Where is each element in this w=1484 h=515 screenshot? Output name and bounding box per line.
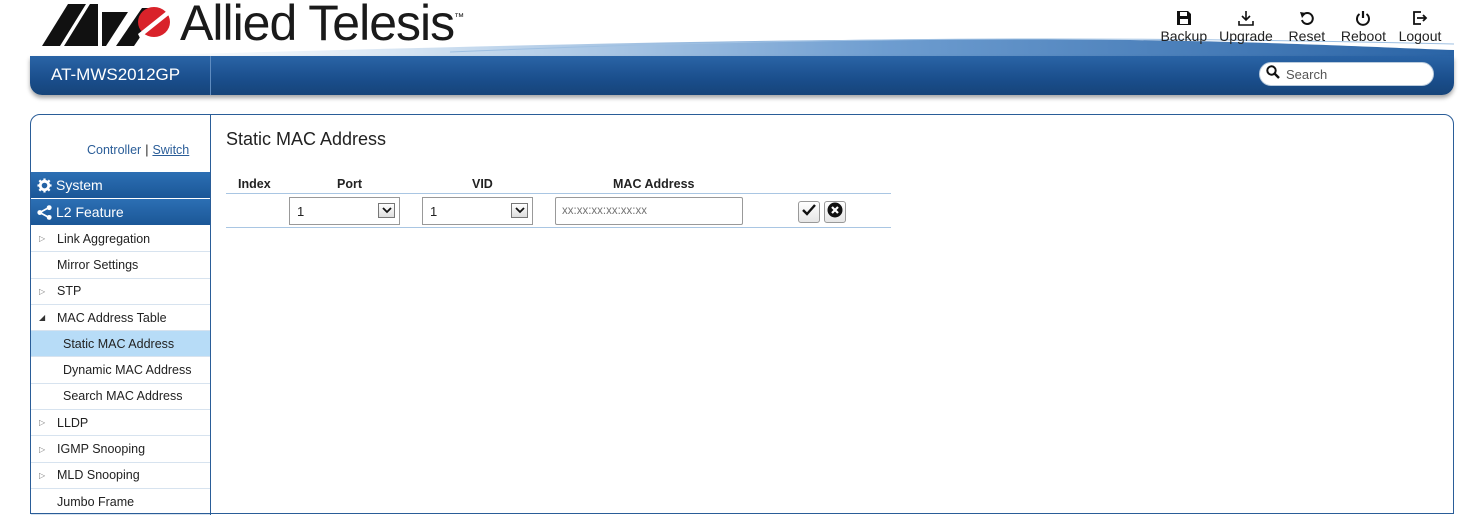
port-value: 1 bbox=[297, 203, 305, 219]
brand-trademark: ™ bbox=[454, 12, 464, 23]
apply-button[interactable] bbox=[798, 201, 820, 223]
sidebar-item-jumbo-frame[interactable]: Jumbo Frame bbox=[31, 489, 210, 515]
reset-icon bbox=[1299, 8, 1315, 28]
header: Allied Telesis™ Backup Upgrade Reset Reb… bbox=[0, 0, 1484, 100]
sidebar-item-lldp[interactable]: ▷ LLDP bbox=[31, 410, 210, 437]
close-icon bbox=[827, 202, 843, 223]
sidebar-item-label: LLDP bbox=[57, 415, 89, 430]
expand-arrow-icon: ▷ bbox=[39, 234, 46, 244]
sidebar-item-mac-address-table[interactable]: ◢ MAC Address Table bbox=[31, 305, 210, 332]
switch-link[interactable]: Switch bbox=[152, 143, 189, 157]
port-select[interactable]: 1 bbox=[289, 197, 400, 225]
col-header-index: Index bbox=[238, 177, 271, 191]
vid-value: 1 bbox=[430, 203, 438, 219]
mac-address-input[interactable] bbox=[555, 197, 743, 225]
sidebar-item-label: Mirror Settings bbox=[57, 257, 139, 272]
col-header-mac: MAC Address bbox=[613, 177, 695, 191]
mode-separator: | bbox=[145, 143, 149, 157]
sidebar-item-mirror-settings[interactable]: Mirror Settings bbox=[31, 252, 210, 279]
sidebar-item-igmp-snooping[interactable]: ▷ IGMP Snooping bbox=[31, 436, 210, 463]
sidebar-item-dynamic-mac-address[interactable]: Dynamic MAC Address bbox=[31, 357, 210, 384]
reboot-button[interactable]: Reboot bbox=[1341, 8, 1386, 44]
download-icon bbox=[1237, 8, 1255, 28]
table-row: 1 1 bbox=[226, 194, 891, 228]
sidebar-item-label: IGMP Snooping bbox=[57, 442, 146, 457]
col-header-vid: VID bbox=[472, 177, 493, 191]
reset-label: Reset bbox=[1288, 28, 1326, 44]
search-input[interactable] bbox=[1286, 66, 1426, 82]
static-mac-table: Index Port VID MAC Address 1 1 bbox=[226, 177, 891, 228]
sidebar-item-label: Dynamic MAC Address bbox=[63, 363, 192, 378]
expand-arrow-icon: ▷ bbox=[39, 470, 46, 480]
table-header: Index Port VID MAC Address bbox=[226, 177, 891, 194]
sidebar-item-mld-snooping[interactable]: ▷ MLD Snooping bbox=[31, 463, 210, 489]
search-icon bbox=[1266, 64, 1280, 84]
expand-arrow-icon: ▷ bbox=[39, 444, 46, 454]
upgrade-button[interactable]: Upgrade bbox=[1219, 8, 1273, 44]
sidebar-item-search-mac-address[interactable]: Search MAC Address bbox=[31, 384, 210, 411]
backup-label: Backup bbox=[1160, 28, 1208, 44]
sidebar-item-label: STP bbox=[57, 284, 82, 299]
cancel-button[interactable] bbox=[824, 201, 846, 223]
sidebar: Controller | Switch System L2 Feature ▷ Li… bbox=[31, 115, 211, 515]
sidebar-section-system[interactable]: System bbox=[31, 172, 210, 199]
sidebar-item-label: Link Aggregation bbox=[57, 231, 151, 246]
allied-telesis-logo bbox=[42, 4, 170, 46]
content-frame: Controller | Switch System L2 Feature ▷ Li… bbox=[30, 114, 1454, 515]
upgrade-label: Upgrade bbox=[1219, 28, 1273, 44]
sidebar-item-stp[interactable]: ▷ STP bbox=[31, 279, 210, 305]
sidebar-item-label: MAC Address Table bbox=[57, 310, 167, 325]
navbar: AT-MWS2012GP bbox=[30, 56, 1454, 95]
mode-switch: Controller | Switch bbox=[31, 115, 210, 172]
power-icon bbox=[1355, 8, 1371, 28]
sidebar-item-label: Jumbo Frame bbox=[57, 494, 135, 509]
logout-button[interactable]: Logout bbox=[1398, 8, 1442, 44]
expand-arrow-icon: ▷ bbox=[39, 418, 46, 428]
brand-wordmark: Allied Telesis™ bbox=[180, 0, 464, 52]
chevron-down-icon[interactable] bbox=[511, 203, 528, 218]
backup-button[interactable]: Backup bbox=[1160, 8, 1207, 44]
collapse-arrow-icon: ◢ bbox=[39, 313, 46, 323]
gear-icon bbox=[35, 177, 53, 193]
expand-arrow-icon: ▷ bbox=[39, 286, 46, 296]
device-model: AT-MWS2012GP bbox=[30, 56, 211, 95]
sidebar-item-label: Static MAC Address bbox=[63, 336, 175, 351]
share-icon bbox=[35, 204, 53, 220]
l2-feature-section-label: L2 Feature bbox=[56, 204, 124, 220]
sidebar-section-l2-feature[interactable]: L2 Feature bbox=[31, 199, 210, 226]
page-title: Static MAC Address bbox=[226, 129, 387, 149]
logout-icon bbox=[1412, 8, 1428, 28]
brand-name: Allied Telesis bbox=[180, 0, 455, 51]
top-action-bar: Backup Upgrade Reset Reboot Logout bbox=[1160, 8, 1442, 44]
logout-label: Logout bbox=[1398, 28, 1442, 44]
controller-link[interactable]: Controller bbox=[87, 143, 141, 157]
reset-button[interactable]: Reset bbox=[1285, 8, 1329, 44]
chevron-down-icon[interactable] bbox=[378, 203, 395, 218]
save-icon bbox=[1176, 8, 1192, 28]
reboot-label: Reboot bbox=[1340, 28, 1386, 44]
sidebar-item-label: MLD Snooping bbox=[57, 468, 140, 483]
vid-select[interactable]: 1 bbox=[422, 197, 533, 225]
sidebar-item-link-aggregation[interactable]: ▷ Link Aggregation bbox=[31, 226, 210, 253]
check-icon bbox=[802, 203, 816, 221]
search-box[interactable] bbox=[1259, 62, 1434, 86]
system-section-label: System bbox=[56, 177, 103, 193]
sidebar-item-static-mac-address[interactable]: Static MAC Address bbox=[31, 331, 210, 358]
sidebar-item-label: Search MAC Address bbox=[63, 389, 183, 404]
col-header-port: Port bbox=[337, 177, 362, 191]
